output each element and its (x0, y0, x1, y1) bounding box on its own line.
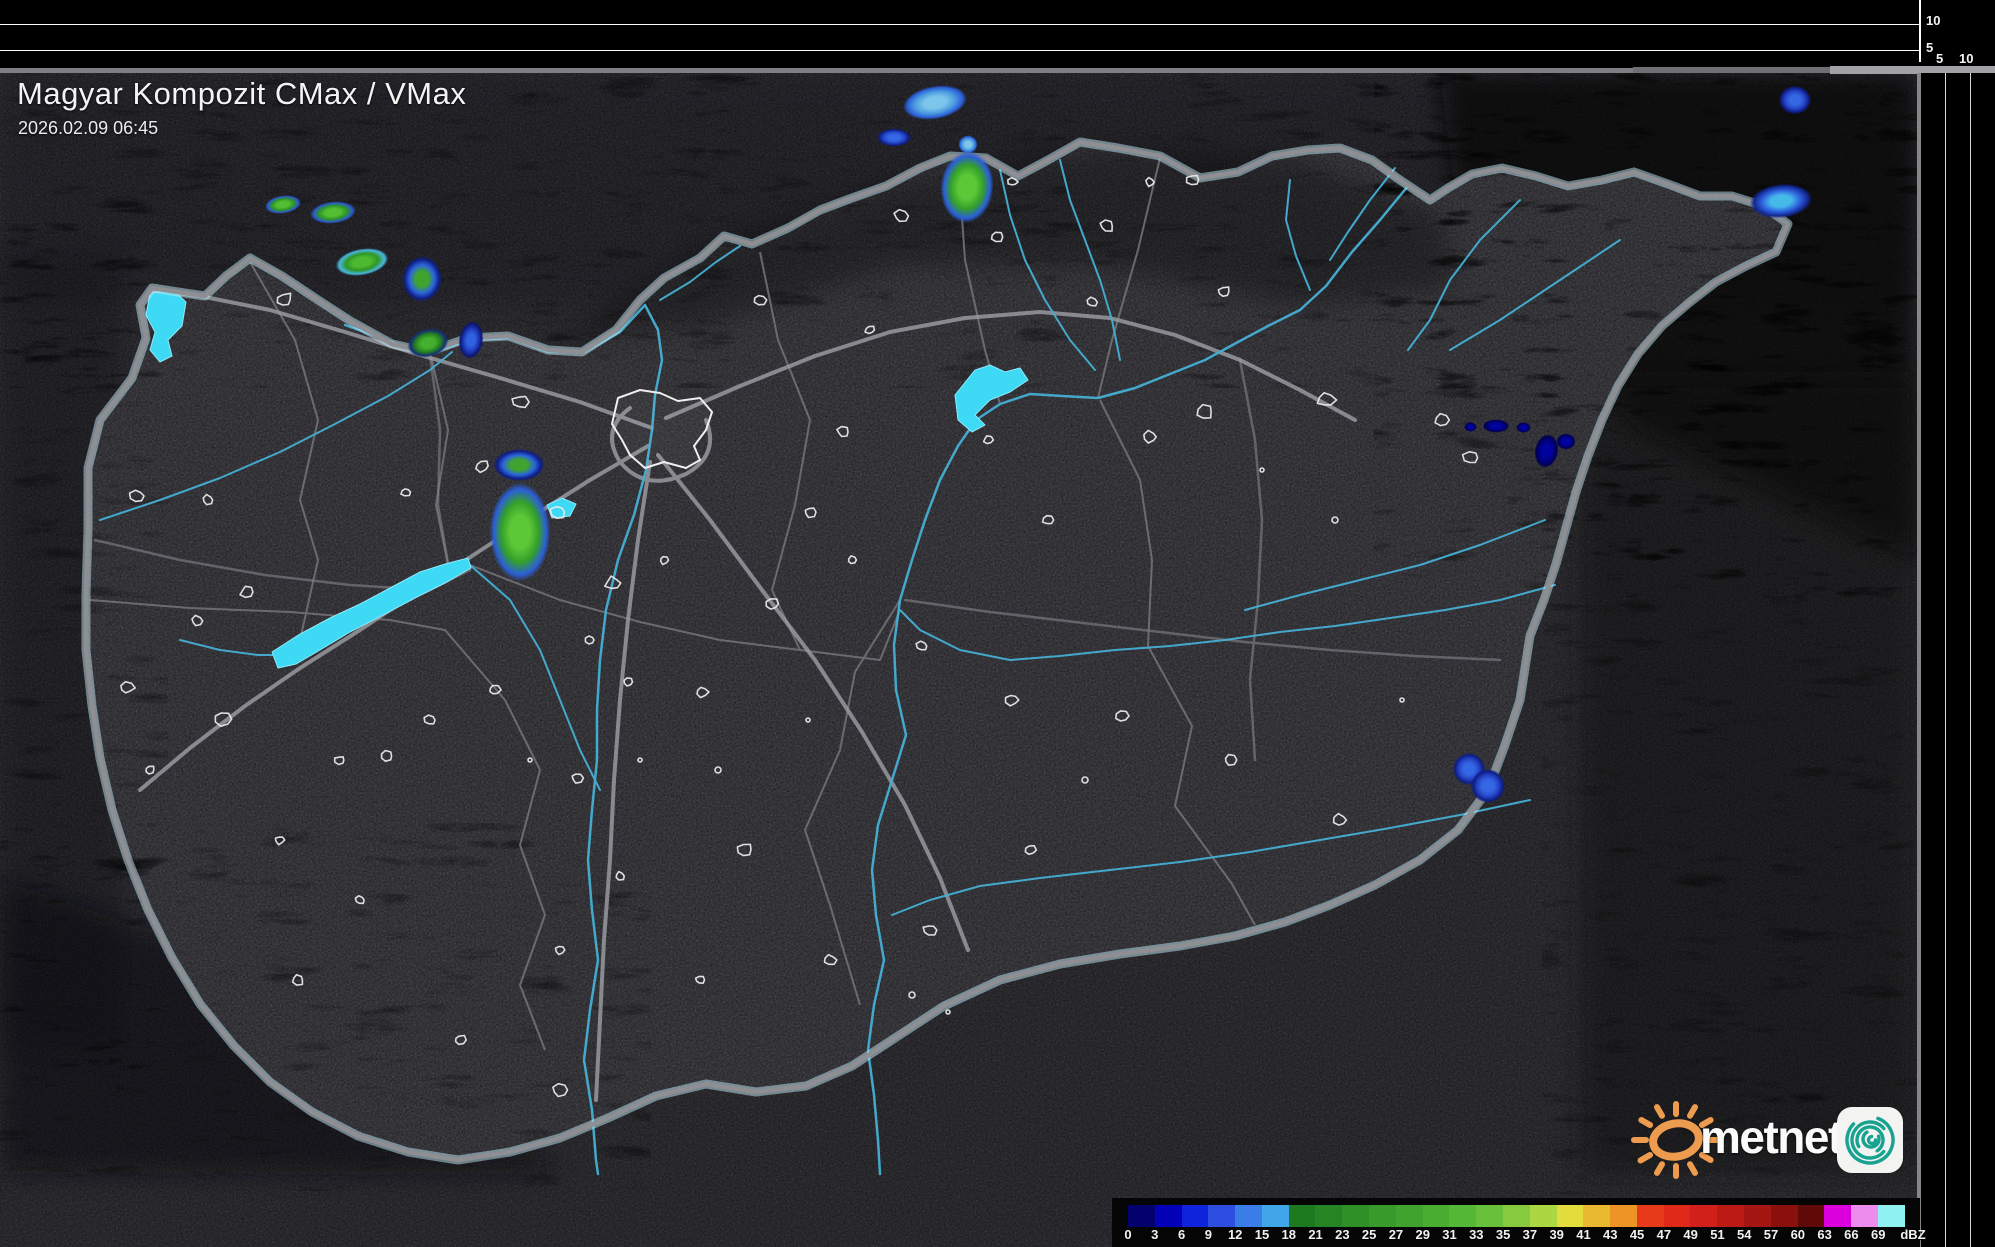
radar-echo (1778, 85, 1812, 115)
legend-tick-label: 9 (1204, 1227, 1212, 1242)
timestamp: 2026.02.09 06:45 (18, 118, 159, 138)
legend-tick-label: 0 (1124, 1227, 1132, 1242)
legend-tick-label: 66 (1844, 1227, 1859, 1242)
legend-color-cell (1529, 1205, 1557, 1227)
map-canvas (0, 73, 1917, 1247)
legend-tick-label: 47 (1656, 1227, 1672, 1242)
top-profile-axis-line (1919, 0, 1921, 62)
legend-unit-label: dBZ (1900, 1227, 1926, 1242)
legend-color-cell (1690, 1205, 1718, 1227)
legend-tick-label: 25 (1361, 1227, 1377, 1242)
legend-tick-label: 45 (1629, 1227, 1645, 1242)
legend-color-cell (1556, 1205, 1584, 1227)
dbz-legend: 0 3 6 9 12 15 18 21 23 25 27 29 31 33 35 37 39 41 43 45 47 49… (1112, 1198, 1926, 1247)
metnet-logo: metnet (1628, 1094, 1910, 1184)
legend-color-cell (1743, 1205, 1771, 1227)
legend-color-cell (1422, 1205, 1450, 1227)
legend-color-cell (1851, 1205, 1878, 1227)
legend-tick-label: 31 (1442, 1227, 1457, 1242)
legend-color-cell (1583, 1205, 1611, 1227)
legend-tick-label: 60 (1790, 1227, 1806, 1242)
legend-color-cell (1154, 1205, 1182, 1227)
legend-color-cell (1636, 1205, 1664, 1227)
radar-echo (1464, 422, 1477, 432)
legend-tick-label: 43 (1603, 1227, 1618, 1242)
radar-echo (1470, 768, 1506, 804)
legend-tick-label: 63 (1817, 1227, 1832, 1242)
legend-color-cell (1342, 1205, 1370, 1227)
vmax-top-profile-strip: 10 5 5 10 (0, 0, 1995, 68)
legend-color-cell (1395, 1205, 1423, 1227)
legend-color-cell (1369, 1205, 1396, 1227)
legend-color-cell (1797, 1205, 1825, 1227)
right-axis-label-10: 10 (1959, 51, 1974, 66)
legend-color-cell (1476, 1205, 1503, 1227)
top-axis-label-10: 10 (1926, 13, 1941, 28)
legend-tick-label: 33 (1469, 1227, 1484, 1242)
legend-color-cell (1877, 1205, 1905, 1227)
spiral-app-icon (1837, 1107, 1903, 1173)
legend-tick-label: 6 (1177, 1227, 1186, 1242)
brand-name: metnet (1700, 1111, 1843, 1163)
legend-tick-label: 15 (1254, 1227, 1270, 1242)
legend-color-cell (1181, 1205, 1209, 1227)
legend-color-cell (1717, 1205, 1744, 1227)
hungary-radar-map (0, 73, 1917, 1247)
legend-color-cell (1770, 1205, 1798, 1227)
legend-tick-label: 69 (1870, 1227, 1886, 1242)
legend-color-cell (1663, 1205, 1691, 1227)
page-title: Magyar Kompozit CMax / VMax (17, 76, 467, 111)
top-profile-gridline-10km (0, 24, 1921, 25)
legend-color-band (1128, 1205, 1905, 1227)
legend-tick-label: 41 (1576, 1227, 1591, 1242)
legend-color-cell (1502, 1205, 1530, 1227)
legend-tick-label: 3 (1151, 1227, 1159, 1242)
legend-color-cell (1128, 1205, 1155, 1227)
right-profile-gridline-5km (1945, 73, 1946, 1247)
legend-tick-label: 12 (1227, 1227, 1243, 1242)
radar-echo (492, 448, 546, 482)
legend-tick-label: 51 (1710, 1227, 1725, 1242)
legend-tick-label: 57 (1763, 1227, 1779, 1242)
legend-tick-label: 27 (1388, 1227, 1404, 1242)
radar-echo (876, 128, 912, 147)
radar-composite-screen: 10 5 5 10 Magyar Kompozit CMax / VMax 20… (0, 0, 1995, 1247)
top-map-divider-segment (1633, 67, 1830, 73)
legend-color-cell (1315, 1205, 1343, 1227)
legend-tick-label: 54 (1737, 1227, 1752, 1242)
radar-echo (1516, 422, 1531, 433)
vmax-right-profile-strip (1921, 73, 1995, 1247)
legend-tick-label: 37 (1522, 1227, 1538, 1242)
top-profile-gridline-5km (0, 50, 1921, 51)
radar-echo (1556, 433, 1576, 450)
legend-tick-label: 18 (1281, 1227, 1296, 1242)
right-profile-gridline-10km (1970, 73, 1971, 1247)
legend-tick-label: 29 (1415, 1227, 1430, 1242)
legend-tick-label: 35 (1495, 1227, 1511, 1242)
legend-color-cell (1824, 1205, 1852, 1227)
legend-tick-label: 39 (1549, 1227, 1564, 1242)
legend-color-cell (1449, 1205, 1477, 1227)
legend-tick-label: 21 (1308, 1227, 1323, 1242)
legend-color-cell (1261, 1205, 1289, 1227)
radar-echo (488, 480, 552, 584)
legend-color-cell (1288, 1205, 1316, 1227)
legend-tick-label: 49 (1683, 1227, 1698, 1242)
legend-color-cell (1235, 1205, 1262, 1227)
legend-color-cell (1208, 1205, 1236, 1227)
legend-color-cell (1610, 1205, 1637, 1227)
top-axis-label-5: 5 (1926, 40, 1934, 55)
right-axis-label-5: 5 (1936, 51, 1944, 66)
legend-tick-label: 23 (1335, 1227, 1350, 1242)
radar-echo (1482, 419, 1510, 433)
